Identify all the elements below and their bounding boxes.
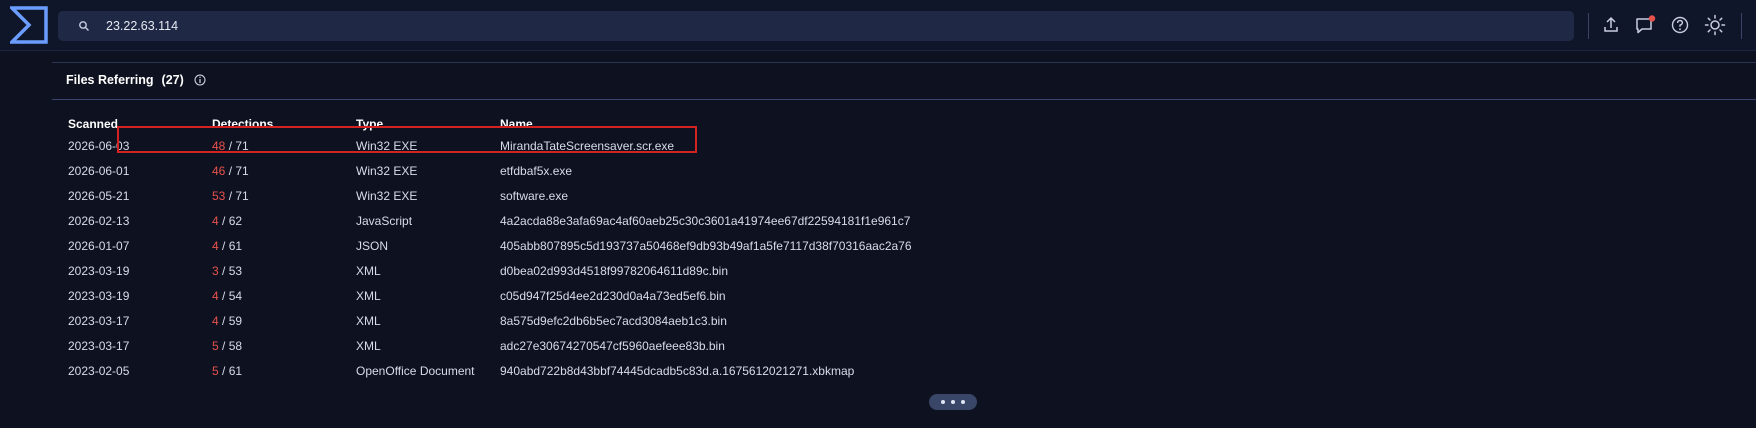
detections-total: / 61 <box>218 238 243 253</box>
panel-title-count: (27) <box>161 73 184 87</box>
toolbar-divider <box>1588 13 1589 39</box>
cell-detections: 53 / 71 <box>212 183 356 208</box>
top-bar <box>0 0 1756 51</box>
panel-title-label: Files Referring <box>66 73 154 87</box>
cell-scanned: 2026-06-03 <box>68 138 130 153</box>
dot-icon <box>961 400 965 404</box>
notification-dot <box>1648 15 1656 22</box>
cell-name[interactable]: 4a2acda88e3afa69ac4af60aeb25c30c3601a419… <box>500 208 1100 233</box>
cell-scanned: 2026-06-01 <box>68 163 130 178</box>
cell-type: XML <box>356 313 381 328</box>
cell-detections: 3 / 53 <box>212 258 356 283</box>
cell-detections: 4 / 62 <box>212 208 356 233</box>
panel-title: Files Referring (27) <box>66 73 206 87</box>
column-header-name[interactable]: Name <box>500 107 1100 133</box>
notifications-icon[interactable] <box>1634 14 1656 36</box>
detections-total: / 58 <box>218 338 243 353</box>
detections-positive: 5 <box>212 338 219 353</box>
cell-detections: 4 / 59 <box>212 308 356 333</box>
column-header-scanned[interactable]: Scanned <box>68 107 212 133</box>
cell-type: XML <box>356 288 381 303</box>
detections-total: / 61 <box>218 363 243 378</box>
cell-detections: 48 / 71 <box>212 133 356 158</box>
detections-positive: 4 <box>212 238 219 253</box>
cell-detections: 5 / 58 <box>212 333 356 358</box>
cell-type: JSON <box>356 238 389 253</box>
cell-type: XML <box>356 338 381 353</box>
table-row[interactable]: 2026-02-13 4 / 62 JavaScript 4a2acda88e3afa… <box>68 208 1100 233</box>
cell-type: Win32 EXE <box>356 138 418 153</box>
detections-positive: 3 <box>212 263 219 278</box>
table-row[interactable]: 2023-03-19 4 / 54 XML c05d947f25d4ee2d230d0… <box>68 283 1100 308</box>
help-icon[interactable] <box>1669 14 1691 36</box>
detections-positive: 4 <box>212 213 219 228</box>
detections-positive: 48 <box>212 138 226 153</box>
cell-scanned: 2023-03-19 <box>68 263 130 278</box>
load-more-button[interactable] <box>929 394 977 410</box>
detections-total: / 59 <box>218 313 243 328</box>
detections-total: / 71 <box>225 163 249 178</box>
detections-positive: 4 <box>212 288 219 303</box>
cell-scanned: 2026-01-07 <box>68 238 130 253</box>
table-body: 2026-06-03 48 / 71 Win32 EXE MirandaTateScr… <box>68 133 1100 383</box>
cell-name[interactable]: 940abd722b8d43bbf74445dcadb5c83d.a.16756… <box>500 358 1100 383</box>
cell-name[interactable]: 405abb807895c5d193737a50468ef9db93b49af1… <box>500 233 1100 258</box>
files-table: Scanned Detections Type Name 2026-06-03 4… <box>68 107 1100 383</box>
cell-detections: 46 / 71 <box>212 158 356 183</box>
search-icon <box>79 21 89 31</box>
table-row[interactable]: 2023-03-17 4 / 59 XML 8a575d9efc2db6b5ec7ac… <box>68 308 1100 333</box>
cell-detections: 4 / 61 <box>212 233 356 258</box>
cell-type: Win32 EXE <box>356 163 418 178</box>
search-bar[interactable] <box>58 11 1574 41</box>
table-row[interactable]: 2023-03-19 3 / 53 XML d0bea02d993d4518f9978… <box>68 258 1100 283</box>
cell-detections: 5 / 61 <box>212 358 356 383</box>
cell-name[interactable]: c05d947f25d4ee2d230d0a4a73ed5ef6.bin <box>500 283 1100 308</box>
info-icon[interactable] <box>194 74 206 86</box>
detections-positive: 53 <box>212 188 226 203</box>
cell-scanned: 2026-02-13 <box>68 213 130 228</box>
cell-name[interactable]: adc27e30674270547cf5960aefeee83b.bin <box>500 333 1100 358</box>
files-referring-panel: Files Referring (27) Scanned Detections … <box>52 62 1756 428</box>
cell-name[interactable]: d0bea02d993d4518f99782064611d89c.bin <box>500 258 1100 283</box>
cell-name[interactable]: etfdbaf5x.exe <box>500 158 1100 183</box>
table-row[interactable]: 2026-06-01 46 / 71 Win32 EXE etfdbaf5x.exe <box>68 158 1100 183</box>
detections-total: / 71 <box>225 138 249 153</box>
cell-scanned: 2023-03-19 <box>68 288 130 303</box>
table-header-row: Scanned Detections Type Name <box>68 107 1100 133</box>
cell-scanned: 2023-02-05 <box>68 363 130 378</box>
detections-total: / 62 <box>218 213 243 228</box>
cell-type: OpenOffice Document <box>356 363 475 378</box>
upload-icon[interactable] <box>1600 14 1622 36</box>
cell-scanned: 2023-03-17 <box>68 338 130 353</box>
detections-total: / 54 <box>218 288 243 303</box>
dot-icon <box>951 400 955 404</box>
table-row[interactable]: 2023-03-17 5 / 58 XML adc27e30674270547cf59… <box>68 333 1100 358</box>
column-header-type[interactable]: Type <box>356 107 500 133</box>
title-divider <box>52 99 1756 100</box>
cell-type: Win32 EXE <box>356 188 418 203</box>
cell-scanned: 2023-03-17 <box>68 313 130 328</box>
cell-name[interactable]: 8a575d9efc2db6b5ec7acd3084aeb1c3.bin <box>500 308 1100 333</box>
cell-scanned: 2026-05-21 <box>68 188 130 203</box>
detections-positive: 5 <box>212 363 219 378</box>
cell-type: JavaScript <box>356 213 413 228</box>
logo-icon[interactable] <box>10 6 48 44</box>
toolbar-divider <box>1741 13 1742 39</box>
table-row[interactable]: 2026-01-07 4 / 61 JSON 405abb807895c5d19373… <box>68 233 1100 258</box>
detections-positive: 4 <box>212 313 219 328</box>
search-input[interactable] <box>106 16 1506 36</box>
dot-icon <box>941 400 945 404</box>
detections-total: / 71 <box>225 188 249 203</box>
cell-name[interactable]: MirandaTateScreensaver.scr.exe <box>500 133 1100 158</box>
table-row[interactable]: 2026-06-03 48 / 71 Win32 EXE MirandaTateScr… <box>68 133 1100 158</box>
theme-icon[interactable] <box>1704 14 1726 36</box>
cell-detections: 4 / 54 <box>212 283 356 308</box>
detections-positive: 46 <box>212 163 226 178</box>
cell-name[interactable]: software.exe <box>500 183 1100 208</box>
table-row[interactable]: 2023-02-05 5 / 61 OpenOffice Document 940ab… <box>68 358 1100 383</box>
detections-total: / 53 <box>218 263 243 278</box>
column-header-detections[interactable]: Detections <box>212 107 356 133</box>
table-row[interactable]: 2026-05-21 53 / 71 Win32 EXE software.exe <box>68 183 1100 208</box>
cell-type: XML <box>356 263 381 278</box>
